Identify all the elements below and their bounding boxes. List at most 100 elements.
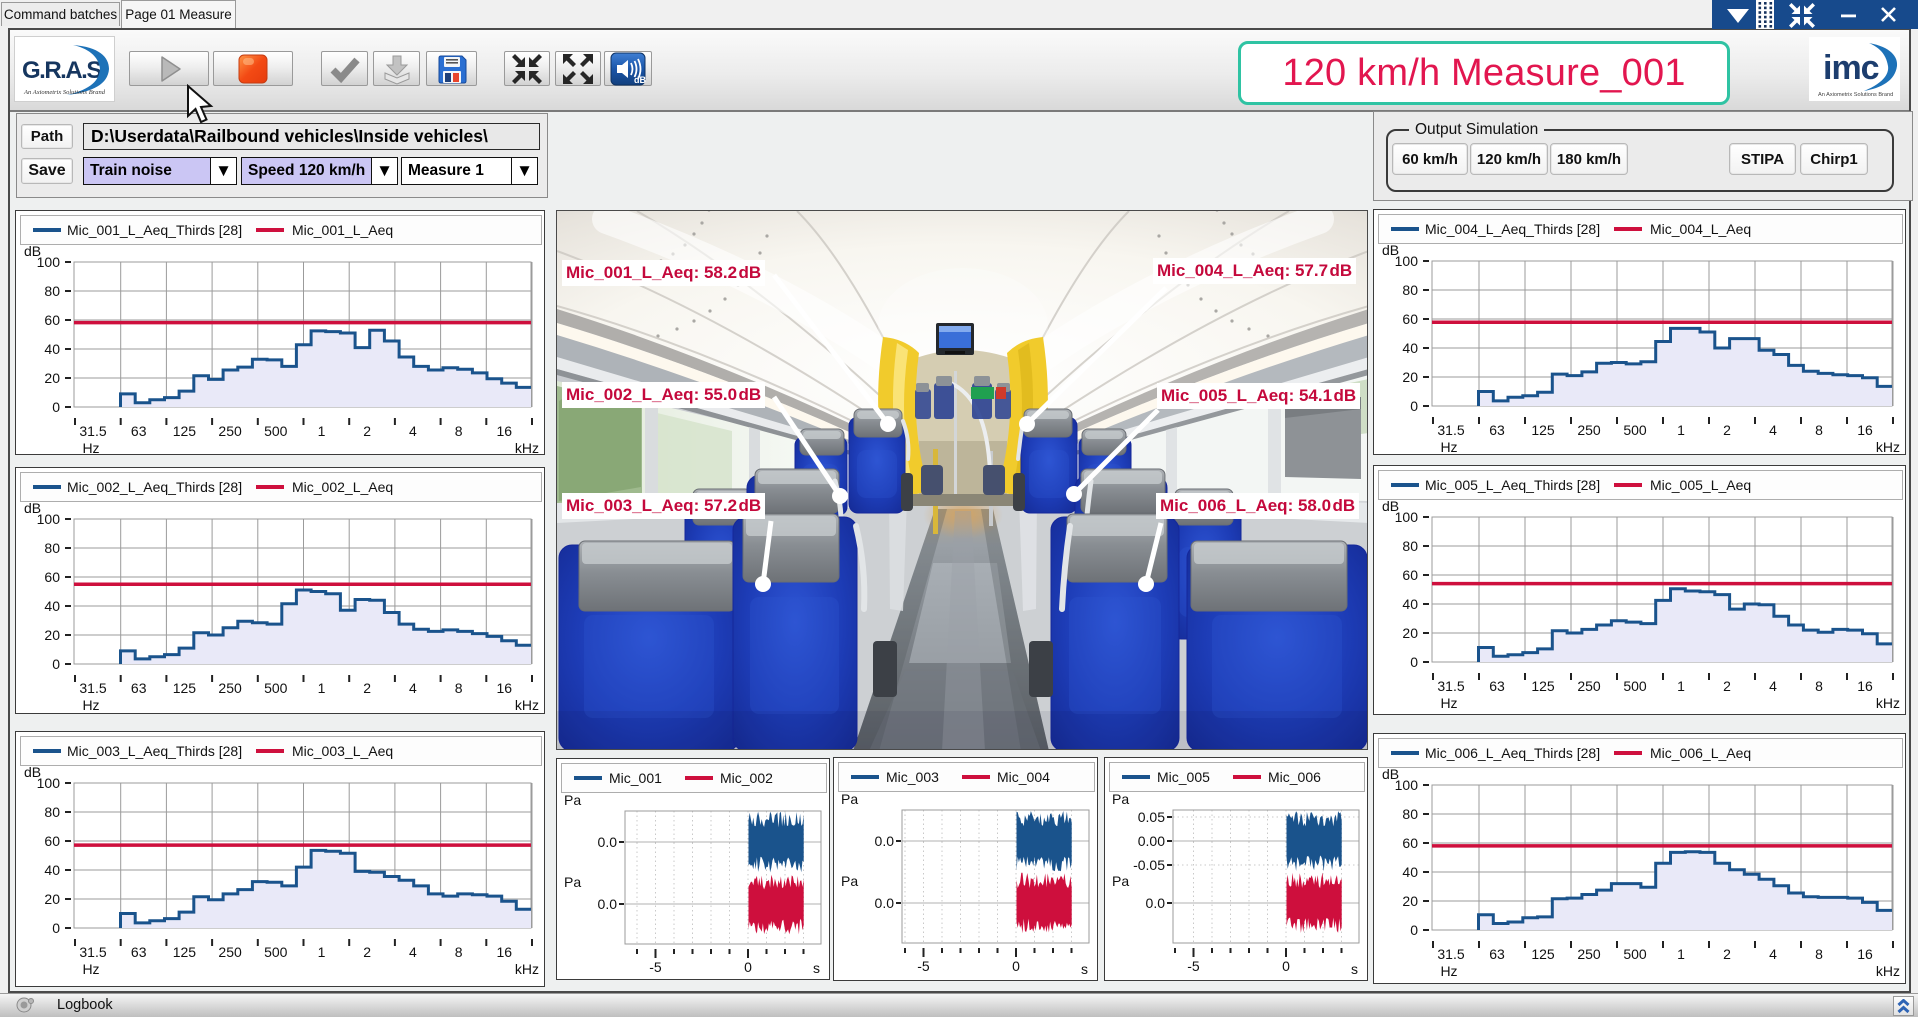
svg-text:1: 1 (1677, 422, 1685, 438)
svg-text:Hz: Hz (1440, 963, 1457, 979)
svg-text:80: 80 (1402, 806, 1418, 822)
svg-text:0.0: 0.0 (875, 833, 895, 849)
svg-text:31.5: 31.5 (1437, 422, 1464, 438)
svg-text:Mic_002_L_Aeq_Thirds [28]: Mic_002_L_Aeq_Thirds [28] (67, 479, 242, 495)
svg-text:kHz: kHz (1876, 439, 1900, 455)
svg-text:Pa: Pa (1112, 791, 1129, 807)
svg-text:Mic_006_L_Aeq_Thirds [28]: Mic_006_L_Aeq_Thirds [28] (1425, 745, 1600, 761)
svg-text:0.05: 0.05 (1138, 809, 1165, 825)
svg-text:Mic_001_L_Aeq_Thirds [28]: Mic_001_L_Aeq_Thirds [28] (67, 222, 242, 238)
svg-text:dB: dB (634, 75, 646, 85)
svg-text:250: 250 (1577, 678, 1601, 694)
svg-text:500: 500 (1623, 422, 1647, 438)
svg-text:63: 63 (131, 944, 147, 960)
svg-text:kHz: kHz (515, 961, 539, 977)
svg-text:0: 0 (1282, 958, 1290, 974)
svg-text:Mic_005_L_Aeq: Mic_005_L_Aeq (1650, 477, 1751, 493)
svg-text:8: 8 (455, 680, 463, 696)
svg-text:20: 20 (44, 627, 60, 643)
svg-text:60: 60 (44, 312, 60, 328)
svg-text:0.00: 0.00 (1138, 833, 1165, 849)
svg-text:4: 4 (409, 944, 417, 960)
svg-text:2: 2 (363, 680, 371, 696)
svg-text:8: 8 (1815, 678, 1823, 694)
svg-text:100: 100 (37, 254, 61, 270)
svg-text:125: 125 (1531, 946, 1555, 962)
svg-text:8: 8 (455, 423, 463, 439)
svg-text:100: 100 (37, 775, 61, 791)
svg-text:Pa: Pa (841, 873, 858, 889)
svg-text:Hz: Hz (1440, 439, 1457, 455)
svg-text:80: 80 (1402, 282, 1418, 298)
svg-text:-5: -5 (1187, 958, 1200, 974)
svg-text:20: 20 (1402, 625, 1418, 641)
svg-text:Hz: Hz (82, 961, 99, 977)
svg-text:-0.05: -0.05 (1133, 857, 1165, 873)
svg-text:500: 500 (264, 944, 288, 960)
svg-text:20: 20 (44, 370, 60, 386)
svg-text:Mic_003_L_Aeq_Thirds [28]: Mic_003_L_Aeq_Thirds [28] (67, 743, 242, 759)
svg-text:Hz: Hz (1440, 695, 1457, 711)
svg-text:100: 100 (1395, 509, 1419, 525)
svg-text:2: 2 (1723, 946, 1731, 962)
svg-text:0.0: 0.0 (1146, 895, 1166, 911)
svg-text:60: 60 (44, 833, 60, 849)
svg-text:16: 16 (497, 423, 513, 439)
svg-text:Mic_004_L_Aeq_Thirds [28]: Mic_004_L_Aeq_Thirds [28] (1425, 221, 1600, 237)
svg-text:1: 1 (1677, 678, 1685, 694)
svg-text:31.5: 31.5 (79, 944, 106, 960)
svg-text:250: 250 (218, 944, 242, 960)
svg-text:250: 250 (218, 680, 242, 696)
svg-text:80: 80 (44, 540, 60, 556)
svg-text:16: 16 (1857, 422, 1873, 438)
svg-text:125: 125 (1531, 678, 1555, 694)
svg-text:1: 1 (318, 423, 326, 439)
svg-text:imc: imc (1823, 49, 1879, 87)
svg-text:60: 60 (1402, 567, 1418, 583)
svg-text:2: 2 (363, 944, 371, 960)
svg-text:Mic_002: Mic_002 (720, 770, 773, 786)
svg-text:4: 4 (1769, 422, 1777, 438)
svg-text:-5: -5 (649, 959, 662, 975)
svg-text:8: 8 (1815, 422, 1823, 438)
svg-text:Mic_001: Mic_001 (609, 770, 662, 786)
svg-text:63: 63 (1489, 678, 1505, 694)
svg-text:40: 40 (44, 862, 60, 878)
svg-text:63: 63 (131, 423, 147, 439)
svg-text:500: 500 (1623, 678, 1647, 694)
svg-text:20: 20 (1402, 893, 1418, 909)
svg-text:8: 8 (1815, 946, 1823, 962)
svg-text:100: 100 (1395, 253, 1419, 269)
svg-text:8: 8 (455, 944, 463, 960)
svg-text:80: 80 (1402, 538, 1418, 554)
svg-text:40: 40 (44, 598, 60, 614)
svg-text:4: 4 (1769, 678, 1777, 694)
svg-text:0.0: 0.0 (598, 834, 618, 850)
svg-text:0: 0 (744, 959, 752, 975)
svg-text:kHz: kHz (515, 697, 539, 713)
svg-text:Pa: Pa (841, 791, 858, 807)
svg-text:16: 16 (1857, 946, 1873, 962)
svg-text:250: 250 (218, 423, 242, 439)
svg-text:500: 500 (264, 680, 288, 696)
svg-text:Mic_003_L_Aeq: Mic_003_L_Aeq (292, 743, 393, 759)
svg-text:16: 16 (497, 944, 513, 960)
svg-text:Mic_001_L_Aeq: Mic_001_L_Aeq (292, 222, 393, 238)
svg-text:0.0: 0.0 (598, 896, 618, 912)
svg-text:kHz: kHz (1876, 963, 1900, 979)
svg-text:31.5: 31.5 (1437, 678, 1464, 694)
svg-text:60: 60 (1402, 311, 1418, 327)
svg-text:60: 60 (44, 569, 60, 585)
svg-text:Mic_005: Mic_005 (1157, 769, 1210, 785)
svg-text:20: 20 (44, 891, 60, 907)
svg-text:G.R.A.S: G.R.A.S (22, 57, 102, 84)
svg-text:Mic_004: Mic_004 (997, 769, 1050, 785)
svg-text:40: 40 (1402, 340, 1418, 356)
svg-text:40: 40 (44, 341, 60, 357)
svg-text:1: 1 (318, 680, 326, 696)
svg-text:Mic_006: Mic_006 (1268, 769, 1321, 785)
svg-text:1: 1 (1677, 946, 1685, 962)
svg-text:31.5: 31.5 (79, 423, 106, 439)
svg-text:0: 0 (1410, 398, 1418, 414)
svg-text:Mic_006_L_Aeq: Mic_006_L_Aeq (1650, 745, 1751, 761)
